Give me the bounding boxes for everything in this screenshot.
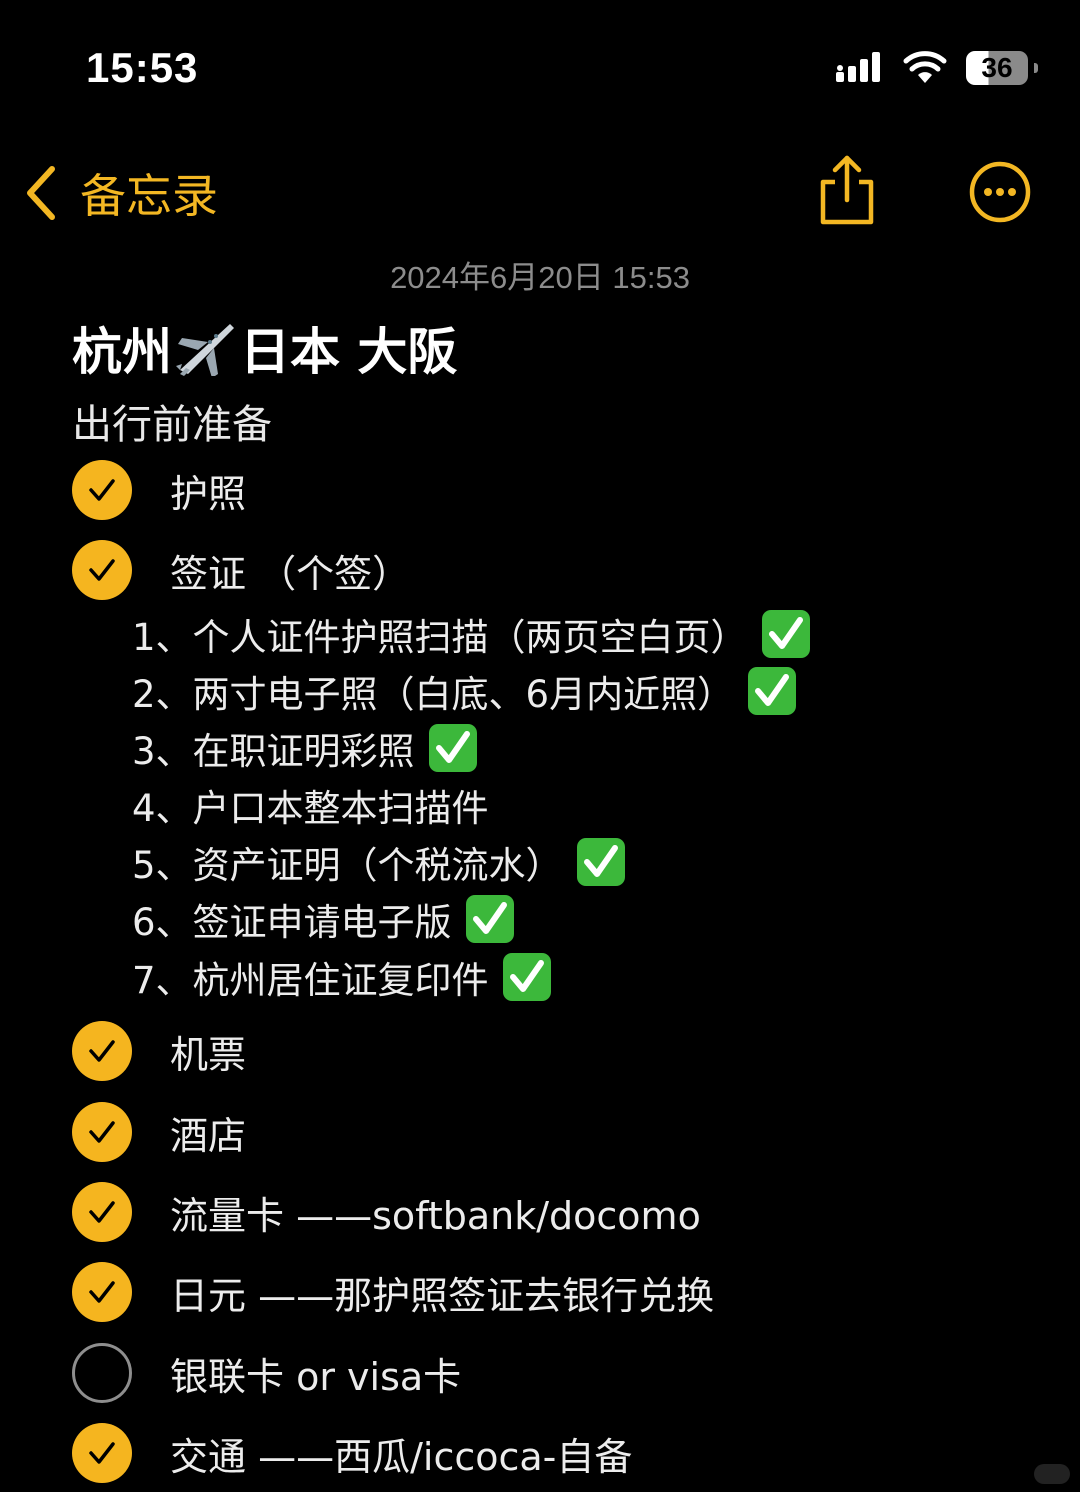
visa-step-text: 6、签证申请电子版 xyxy=(132,901,452,944)
note-date: 2024年6月20日 15:53 xyxy=(390,260,690,295)
visa-step[interactable]: 7、杭州居住证复印件 xyxy=(132,949,551,1005)
checklist-label: 流量卡 ——softbank/docomo xyxy=(170,1193,701,1238)
checkmark-icon xyxy=(89,1442,115,1464)
checklist-item[interactable]: 机票 xyxy=(72,1020,246,1082)
checklist-label: 银联卡 or visa卡 xyxy=(170,1354,462,1399)
status-bar: 15:53 36 xyxy=(0,0,1080,130)
checklist-item[interactable]: 银联卡 or visa卡 xyxy=(72,1342,461,1404)
green-check-emoji-icon xyxy=(576,838,625,886)
checklist-item[interactable]: 签证 （个签） xyxy=(72,539,410,601)
note-title[interactable]: 杭州 日本 大阪 xyxy=(72,312,457,384)
green-check-emoji-icon xyxy=(465,895,514,943)
share-icon[interactable] xyxy=(815,154,879,226)
signal-icon xyxy=(836,52,880,82)
checklist-item[interactable]: 日元 ——那护照签证去银行兑换 xyxy=(72,1261,714,1323)
visa-step[interactable]: 2、两寸电子照（白底、6月内近照） xyxy=(132,663,797,719)
checklist-item[interactable]: 酒店 xyxy=(72,1101,246,1163)
visa-step-text: 3、在职证明彩照 xyxy=(132,730,415,773)
note-subtitle[interactable]: 出行前准备 xyxy=(72,392,272,450)
title-destination: 日本 大阪 xyxy=(240,323,458,381)
checklist-item[interactable]: 护照 xyxy=(72,459,246,521)
title-origin: 杭州 xyxy=(72,323,172,381)
checklist-label: 日元 ——那护照签证去银行兑换 xyxy=(170,1273,715,1318)
checklist-label: 交通 ——西瓜/iccoca-自备 xyxy=(170,1434,633,1479)
visa-step[interactable]: 4、户口本整本扫描件 xyxy=(132,777,489,833)
green-check-emoji-icon xyxy=(748,667,797,715)
nav-bar: 备忘录 xyxy=(0,150,1080,240)
visa-step-text: 2、两寸电子照（白底、6月内近照） xyxy=(132,673,735,716)
checkbox-checked[interactable] xyxy=(72,1182,132,1242)
visa-step[interactable]: 3、在职证明彩照 xyxy=(132,720,477,776)
checkbox-checked[interactable] xyxy=(72,540,132,600)
visa-step-text: 7、杭州居住证复印件 xyxy=(132,959,489,1002)
checklist-item[interactable]: 交通 ——西瓜/iccoca-自备 xyxy=(72,1422,632,1484)
status-icons: 36 xyxy=(836,50,1038,86)
checkbox-checked[interactable] xyxy=(72,1262,132,1322)
green-check-emoji-icon xyxy=(761,610,810,658)
checklist-label: 签证 （个签） xyxy=(170,551,411,596)
status-time: 15:53 xyxy=(86,44,199,91)
checkbox-checked[interactable] xyxy=(72,1102,132,1162)
checklist-label: 酒店 xyxy=(170,1113,247,1158)
visa-step-text: 4、户口本整本扫描件 xyxy=(132,787,489,830)
back-button[interactable]: 备忘录 xyxy=(22,160,218,226)
checklist-label: 护照 xyxy=(170,471,247,516)
back-label: 备忘录 xyxy=(80,169,218,223)
checkbox-unchecked[interactable] xyxy=(72,1343,132,1403)
chevron-left-icon xyxy=(27,166,55,220)
battery-icon: 36 xyxy=(966,51,1038,85)
checkmark-icon xyxy=(89,1121,115,1143)
checklist-item[interactable]: 流量卡 ——softbank/docomo xyxy=(72,1181,701,1243)
green-check-emoji-icon xyxy=(502,953,551,1001)
visa-step[interactable]: 1、个人证件护照扫描（两页空白页） xyxy=(132,606,810,662)
green-check-emoji-icon xyxy=(428,724,477,772)
checkmark-icon xyxy=(89,559,115,581)
visa-step-text: 1、个人证件护照扫描（两页空白页） xyxy=(132,616,748,659)
checkbox-checked[interactable] xyxy=(72,1423,132,1483)
checkbox-checked[interactable] xyxy=(72,1021,132,1081)
visa-step[interactable]: 6、签证申请电子版 xyxy=(132,891,514,947)
wifi-icon xyxy=(903,51,947,83)
battery-tip xyxy=(1034,63,1038,73)
checkbox-checked[interactable] xyxy=(72,460,132,520)
airplane-emoji-icon xyxy=(176,324,234,376)
visa-step[interactable]: 5、资产证明（个税流水） xyxy=(132,834,625,890)
visa-step-text: 5、资产证明（个税流水） xyxy=(132,844,563,887)
battery-level: 36 xyxy=(966,51,1028,85)
checkmark-icon xyxy=(89,1281,115,1303)
checkmark-icon xyxy=(89,479,115,501)
checklist-label: 机票 xyxy=(170,1032,247,1077)
ellipsis-circle-icon[interactable] xyxy=(968,160,1032,224)
watermark-logo xyxy=(1034,1464,1070,1484)
checkmark-icon xyxy=(89,1201,115,1223)
checkmark-icon xyxy=(89,1040,115,1062)
